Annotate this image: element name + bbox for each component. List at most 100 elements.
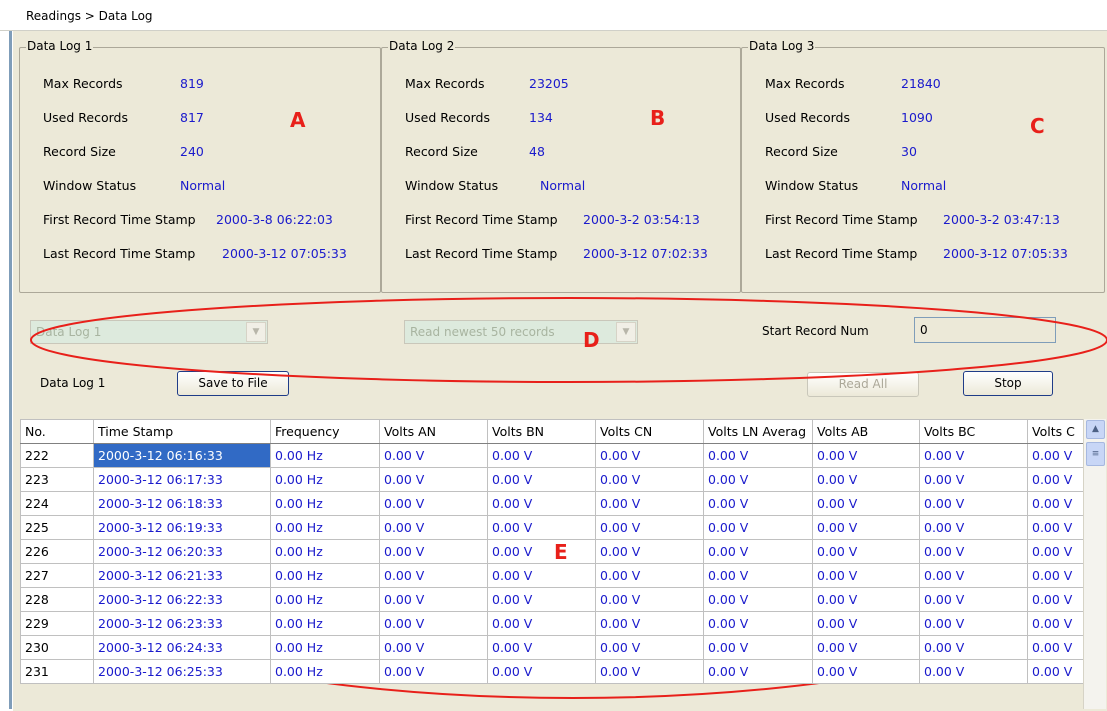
annotation-ellipse-d	[30, 297, 1107, 383]
data-log-table: No. Time Stamp Frequency Volts AN Volts …	[20, 419, 1084, 684]
cell-volts-ca: 0.00 V	[1027, 443, 1084, 468]
table-row[interactable]: 231 2000-3-12 06:25:33 0.00 Hz 0.00 V 0.00 V…	[20, 659, 1084, 684]
table-row[interactable]: 229 2000-3-12 06:23:33 0.00 Hz 0.00 V 0.00 V…	[20, 611, 1084, 636]
cell-no: 223	[20, 467, 94, 492]
cell-volts-cn: 0.00 V	[595, 563, 704, 588]
cell-no: 227	[20, 563, 94, 588]
grip-icon: ≡	[1091, 449, 1100, 459]
cell-volts-bc: 0.00 V	[919, 443, 1028, 468]
cell-volts-ln-avg: 0.00 V	[703, 515, 813, 540]
cell-volts-bc: 0.00 V	[919, 563, 1028, 588]
chevron-up-icon[interactable]: ▲	[1086, 420, 1105, 439]
cell-volts-ab: 0.00 V	[812, 443, 920, 468]
cell-volts-ln-avg: 0.00 V	[703, 539, 813, 564]
cell-volts-cn: 0.00 V	[595, 587, 704, 612]
cell-volts-bn: 0.00 V	[487, 443, 596, 468]
cell-frequency: 0.00 Hz	[270, 659, 380, 684]
table-row[interactable]: 224 2000-3-12 06:18:33 0.00 Hz 0.00 V 0.00 V…	[20, 491, 1084, 516]
cell-volts-cn: 0.00 V	[595, 515, 704, 540]
cell-time-stamp[interactable]: 2000-3-12 06:20:33	[93, 539, 271, 564]
cell-no: 230	[20, 635, 94, 660]
cell-frequency: 0.00 Hz	[270, 539, 380, 564]
cell-volts-an: 0.00 V	[379, 587, 488, 612]
cell-volts-bc: 0.00 V	[919, 611, 1028, 636]
cell-volts-bc: 0.00 V	[919, 635, 1028, 660]
cell-volts-bc: 0.00 V	[919, 587, 1028, 612]
cell-time-stamp[interactable]: 2000-3-12 06:16:33	[93, 443, 271, 468]
column-header-volts-ca[interactable]: Volts C	[1027, 419, 1084, 444]
table-row[interactable]: 222 2000-3-12 06:16:33 0.00 Hz 0.00 V 0.00 V…	[20, 443, 1084, 468]
cell-volts-bn: 0.00 V	[487, 539, 596, 564]
cell-frequency: 0.00 Hz	[270, 443, 380, 468]
cell-time-stamp[interactable]: 2000-3-12 06:18:33	[93, 491, 271, 516]
cell-volts-cn: 0.00 V	[595, 539, 704, 564]
column-header-volts-cn[interactable]: Volts CN	[595, 419, 704, 444]
column-header-volts-bn[interactable]: Volts BN	[487, 419, 596, 444]
cell-volts-ab: 0.00 V	[812, 491, 920, 516]
cell-time-stamp[interactable]: 2000-3-12 06:23:33	[93, 611, 271, 636]
cell-volts-bn: 0.00 V	[487, 491, 596, 516]
scrollbar-thumb[interactable]: ≡	[1086, 442, 1105, 466]
cell-volts-an: 0.00 V	[379, 611, 488, 636]
column-header-time-stamp[interactable]: Time Stamp	[93, 419, 271, 444]
cell-volts-cn: 0.00 V	[595, 635, 704, 660]
cell-volts-an: 0.00 V	[379, 635, 488, 660]
column-header-volts-an[interactable]: Volts AN	[379, 419, 488, 444]
cell-volts-bn: 0.00 V	[487, 563, 596, 588]
cell-volts-an: 0.00 V	[379, 539, 488, 564]
cell-volts-ln-avg: 0.00 V	[703, 443, 813, 468]
column-header-frequency[interactable]: Frequency	[270, 419, 380, 444]
table-row[interactable]: 230 2000-3-12 06:24:33 0.00 Hz 0.00 V 0.00 V…	[20, 635, 1084, 660]
cell-no: 222	[20, 443, 94, 468]
table-header-row: No. Time Stamp Frequency Volts AN Volts …	[20, 419, 1084, 444]
cell-volts-cn: 0.00 V	[595, 611, 704, 636]
cell-no: 231	[20, 659, 94, 684]
cell-time-stamp[interactable]: 2000-3-12 06:17:33	[93, 467, 271, 492]
column-header-no[interactable]: No.	[20, 419, 94, 444]
cell-volts-ca: 0.00 V	[1027, 635, 1084, 660]
cell-volts-ab: 0.00 V	[812, 563, 920, 588]
cell-time-stamp[interactable]: 2000-3-12 06:22:33	[93, 587, 271, 612]
cell-frequency: 0.00 Hz	[270, 587, 380, 612]
cell-volts-ab: 0.00 V	[812, 515, 920, 540]
column-header-volts-ab[interactable]: Volts AB	[812, 419, 920, 444]
table-scrollbar[interactable]: ▲ ≡	[1083, 419, 1106, 709]
cell-volts-bn: 0.00 V	[487, 587, 596, 612]
cell-time-stamp[interactable]: 2000-3-12 06:21:33	[93, 563, 271, 588]
cell-time-stamp[interactable]: 2000-3-12 06:19:33	[93, 515, 271, 540]
cell-volts-ca: 0.00 V	[1027, 659, 1084, 684]
cell-volts-an: 0.00 V	[379, 563, 488, 588]
cell-volts-an: 0.00 V	[379, 659, 488, 684]
cell-no: 229	[20, 611, 94, 636]
cell-frequency: 0.00 Hz	[270, 491, 380, 516]
cell-no: 228	[20, 587, 94, 612]
cell-volts-ab: 0.00 V	[812, 611, 920, 636]
breadcrumb: Readings > Data Log	[0, 0, 1107, 31]
cell-volts-ca: 0.00 V	[1027, 563, 1084, 588]
table-row[interactable]: 226 2000-3-12 06:20:33 0.00 Hz 0.00 V 0.00 V…	[20, 539, 1084, 564]
table-row[interactable]: 227 2000-3-12 06:21:33 0.00 Hz 0.00 V 0.00 V…	[20, 563, 1084, 588]
cell-volts-ab: 0.00 V	[812, 659, 920, 684]
cell-time-stamp[interactable]: 2000-3-12 06:24:33	[93, 635, 271, 660]
cell-frequency: 0.00 Hz	[270, 611, 380, 636]
cell-volts-ln-avg: 0.00 V	[703, 611, 813, 636]
cell-volts-bn: 0.00 V	[487, 515, 596, 540]
cell-volts-ln-avg: 0.00 V	[703, 467, 813, 492]
column-header-volts-bc[interactable]: Volts BC	[919, 419, 1028, 444]
cell-volts-ln-avg: 0.00 V	[703, 587, 813, 612]
cell-volts-bn: 0.00 V	[487, 611, 596, 636]
column-header-volts-ln-average[interactable]: Volts LN Averag	[703, 419, 813, 444]
cell-volts-ln-avg: 0.00 V	[703, 491, 813, 516]
table-row[interactable]: 223 2000-3-12 06:17:33 0.00 Hz 0.00 V 0.00 V…	[20, 467, 1084, 492]
cell-time-stamp[interactable]: 2000-3-12 06:25:33	[93, 659, 271, 684]
cell-volts-ca: 0.00 V	[1027, 539, 1084, 564]
cell-volts-ab: 0.00 V	[812, 467, 920, 492]
breadcrumb-text: Readings > Data Log	[26, 9, 153, 23]
cell-volts-ln-avg: 0.00 V	[703, 635, 813, 660]
cell-volts-an: 0.00 V	[379, 491, 488, 516]
table-row[interactable]: 225 2000-3-12 06:19:33 0.00 Hz 0.00 V 0.00 V…	[20, 515, 1084, 540]
cell-volts-ab: 0.00 V	[812, 587, 920, 612]
table-row[interactable]: 228 2000-3-12 06:22:33 0.00 Hz 0.00 V 0.00 V…	[20, 587, 1084, 612]
cell-volts-cn: 0.00 V	[595, 467, 704, 492]
cell-volts-bc: 0.00 V	[919, 659, 1028, 684]
